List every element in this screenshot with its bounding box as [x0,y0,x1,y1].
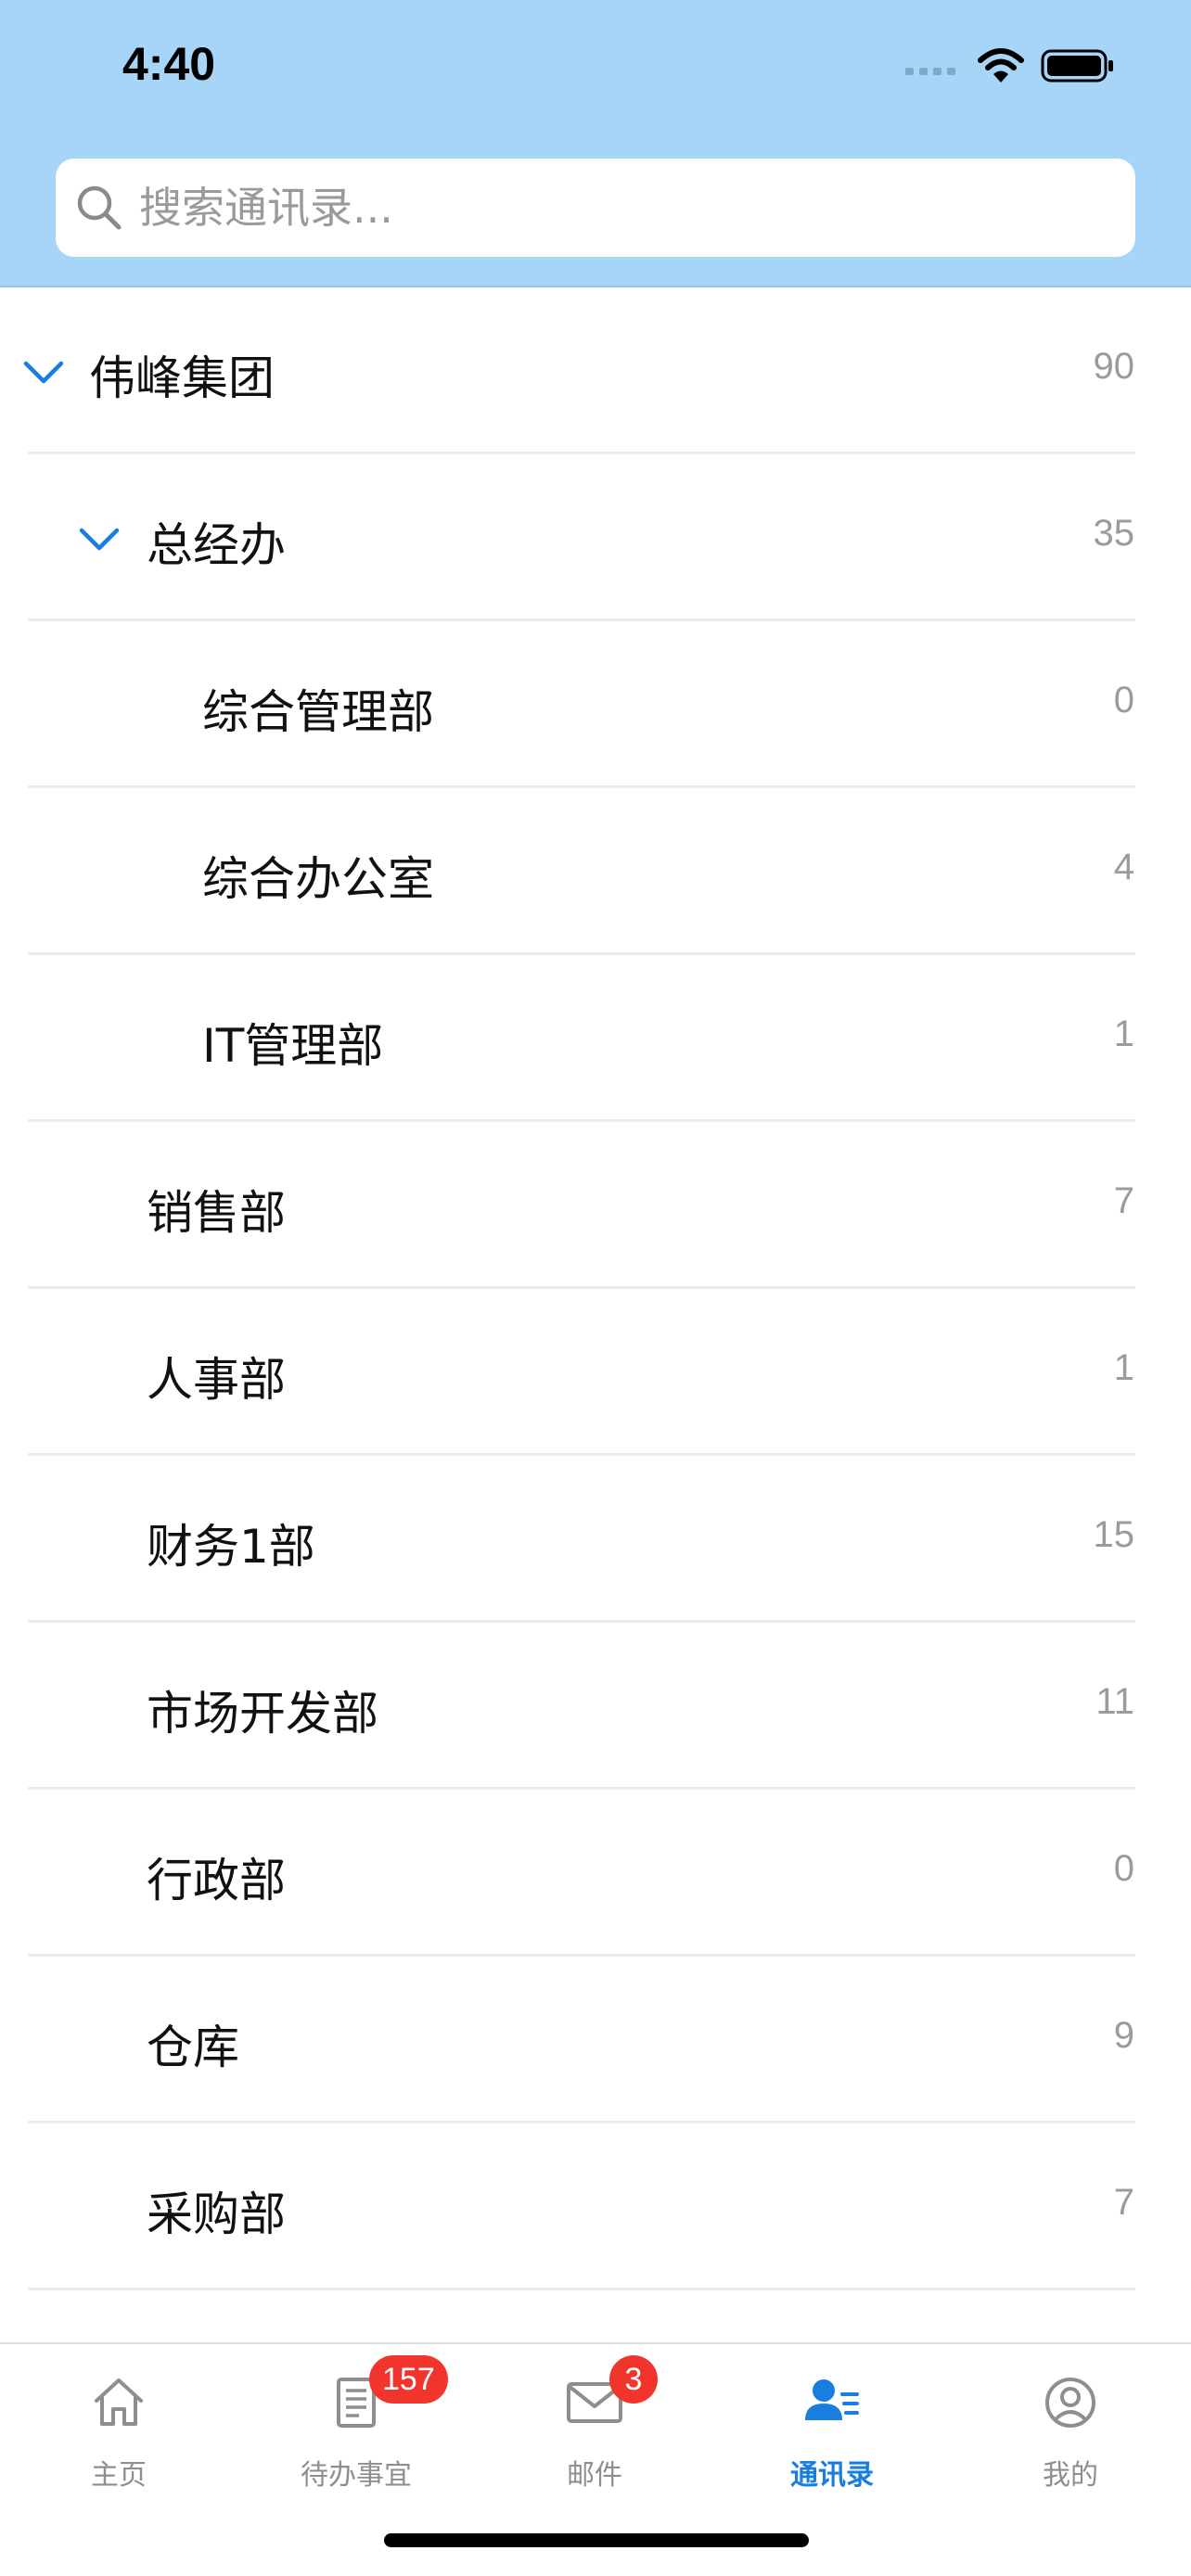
org-row[interactable]: 综合办公室 4 [0,788,1191,955]
tab-label: 待办事宜 [301,2459,412,2492]
org-row-label: 财务1部 [147,1520,315,1574]
status-icons [905,45,1115,87]
org-row-label: 人事部 [147,1353,286,1407]
status-time: 4:40 [122,38,216,90]
battery-icon [1041,49,1113,83]
wifi-icon [978,48,1024,83]
org-row-label: 总经办 [147,518,286,572]
member-count: 1 [1113,1014,1134,1054]
tab-home[interactable]: 主页 [0,2344,237,2511]
cellular-signal-icon [905,68,955,75]
search-bar[interactable] [56,159,1135,257]
org-row-label: 综合管理部 [202,685,434,739]
org-row[interactable]: IT管理部 1 [0,955,1191,1122]
member-count: 1 [1113,1347,1134,1388]
org-row-label: 行政部 [147,1854,286,1907]
search-icon [77,185,122,230]
org-row[interactable]: 财务1部 15 [0,1456,1191,1623]
org-row-label: IT管理部 [202,1019,384,1073]
org-row-label: 综合办公室 [202,852,434,906]
org-row[interactable]: 人事部 1 [0,1289,1191,1456]
member-count: 7 [1113,2182,1134,2223]
member-count: 4 [1113,847,1134,887]
org-row-label: 仓库 [147,2021,239,2074]
tab-me[interactable]: 我的 [952,2344,1189,2511]
org-row[interactable]: 销售部 7 [0,1122,1191,1289]
org-row-general-office[interactable]: 总经办 35 [0,454,1191,621]
tab-label: 主页 [91,2459,147,2492]
org-row[interactable]: 仓库 9 [0,1957,1191,2123]
org-row[interactable]: 市场开发部 11 [0,1623,1191,1790]
org-row[interactable]: 综合管理部 0 [0,621,1191,788]
member-count: 9 [1113,2015,1134,2056]
search-input[interactable] [137,182,1135,234]
org-row-label: 采购部 [147,2187,286,2241]
tab-label: 通讯录 [790,2459,874,2492]
tab-todo[interactable]: 157 待办事宜 [237,2344,475,2511]
home-icon [95,2378,143,2426]
org-row-label: 伟峰集团 [89,351,275,405]
chevron-down-icon[interactable] [22,351,65,393]
org-tree-list: 伟峰集团 90 总经办 35 综合管理部 0 综合办公室 4 IT管理部 1 销… [0,287,1191,2290]
home-indicator[interactable] [384,2533,809,2547]
member-count: 90 [1093,346,1135,387]
todo-badge: 157 [369,2355,448,2404]
tab-contacts[interactable]: 通讯录 [713,2344,951,2511]
org-row[interactable]: 行政部 0 [0,1790,1191,1957]
org-row[interactable]: 采购部 7 [0,2123,1191,2290]
tab-label: 邮件 [567,2459,622,2492]
mail-badge: 3 [609,2355,658,2404]
header: 4:40 [0,0,1191,287]
divider [28,2288,1135,2290]
member-count: 7 [1113,1180,1134,1221]
org-row-weifeng-group[interactable]: 伟峰集团 90 [0,287,1191,454]
org-row-label: 销售部 [147,1186,286,1240]
tab-mail[interactable]: 3 邮件 [476,2344,713,2511]
contacts-icon [805,2379,859,2420]
tab-label: 我的 [1043,2459,1098,2492]
profile-icon [1045,2378,1095,2428]
member-count: 0 [1113,680,1134,721]
member-count: 0 [1113,1848,1134,1889]
member-count: 15 [1093,1514,1135,1555]
chevron-down-icon[interactable] [78,517,121,560]
member-count: 35 [1093,513,1135,554]
org-row-label: 市场开发部 [147,1687,378,1741]
member-count: 11 [1095,1681,1134,1722]
